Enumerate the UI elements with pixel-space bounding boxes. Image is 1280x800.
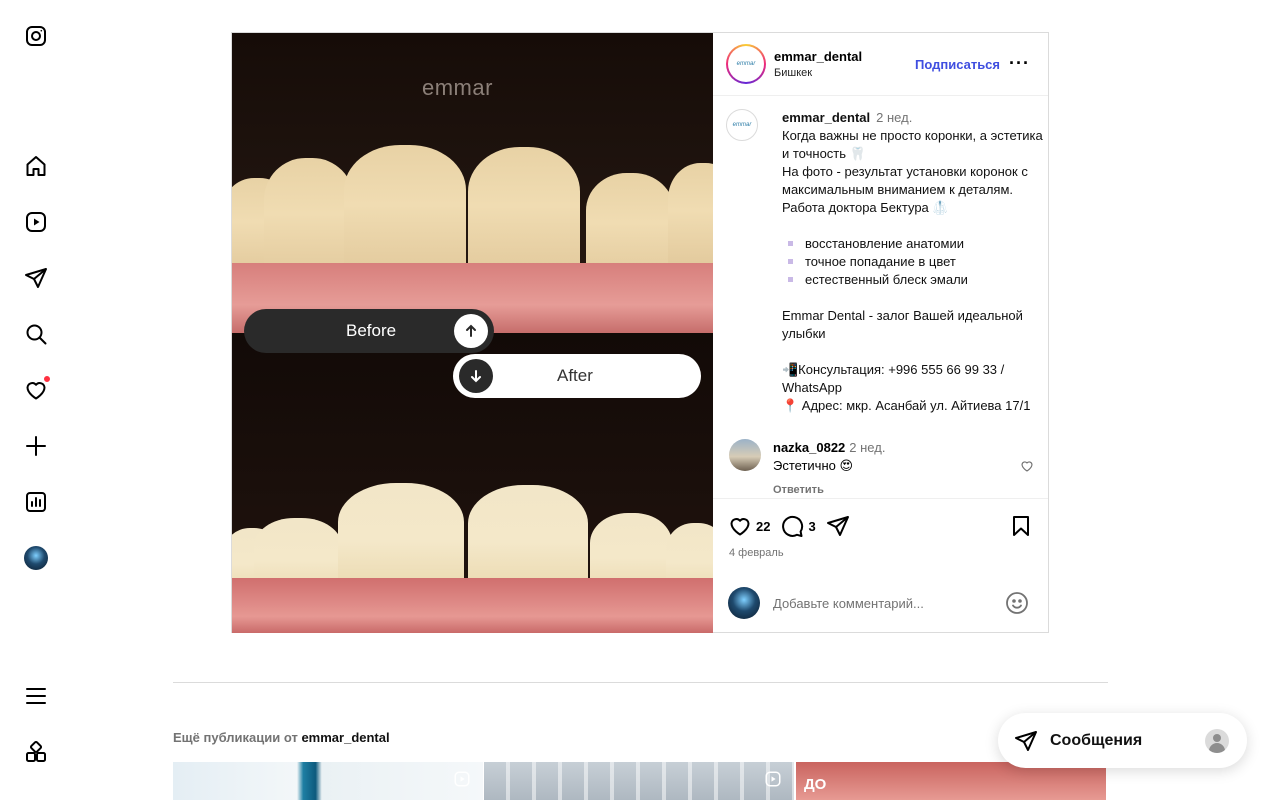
instagram-logo-icon[interactable]: [22, 22, 50, 50]
caption-line: 📍 Адрес: мкр. Асанбай ул. Айтиева 17/1: [782, 398, 1031, 413]
more-post-thumbnail[interactable]: [484, 762, 794, 800]
caption-time[interactable]: 2 нед.: [876, 110, 912, 125]
menu-icon[interactable]: [22, 682, 50, 710]
also-from-meta-icon[interactable]: [22, 738, 50, 766]
arrow-down-icon: [459, 359, 493, 393]
caption-line: [782, 289, 1048, 307]
caption-username[interactable]: emmar_dental: [782, 110, 870, 125]
caption-bullet-item: естественный блеск эмали: [782, 271, 1048, 289]
messages-avatar: [1205, 729, 1229, 753]
follow-button[interactable]: Подписаться: [915, 57, 1000, 72]
commenter-avatar[interactable]: [729, 439, 761, 471]
caption-line: Emmar Dental - залог Вашей идеальной улы…: [782, 308, 1023, 341]
share-icon[interactable]: [826, 514, 850, 538]
messages-label: Сообщения: [1050, 731, 1143, 749]
comment-text: Эстетично 😍: [773, 458, 854, 473]
messages-button[interactable]: Сообщения: [998, 713, 1247, 768]
home-icon[interactable]: [22, 152, 50, 180]
caption: emmar emmar_dental 2 нед. Когда важны не …: [726, 109, 1048, 415]
post-actions: 22 3 4 февраль: [713, 498, 1048, 633]
caption-bullet-item: восстановление анатомии: [782, 235, 1048, 253]
like-heart-icon[interactable]: [728, 514, 752, 538]
search-icon[interactable]: [22, 320, 50, 348]
direct-messages-icon: [1015, 730, 1037, 751]
thumbnail-caption: ДО: [804, 776, 827, 793]
more-post-thumbnail[interactable]: [173, 762, 483, 800]
reel-icon: [454, 771, 470, 787]
post-location[interactable]: Бишкек: [774, 67, 862, 79]
comments-list[interactable]: emmar emmar_dental 2 нед. Когда важны не …: [713, 97, 1048, 498]
emoji-picker-icon[interactable]: [1005, 591, 1029, 615]
post-side-panel: emmar emmar_dental Бишкек Подписаться ··…: [713, 33, 1048, 633]
dashboard-icon[interactable]: [22, 488, 50, 516]
post-header: emmar emmar_dental Бишкек Подписаться ··…: [713, 33, 1048, 96]
caption-line: [782, 343, 1048, 361]
more-posts-heading: Ещё публикации от emmar_dental: [173, 730, 390, 745]
sidebar-nav: [0, 0, 72, 800]
caption-line: Когда важны не просто коронки, а эстетик…: [782, 128, 1043, 161]
notifications-heart-icon[interactable]: [22, 375, 51, 404]
author-avatar[interactable]: emmar: [726, 44, 766, 84]
arrow-up-icon: [454, 314, 488, 348]
post-dialog: emmar Before After emmar emmar_dental Би…: [231, 32, 1049, 633]
after-label: After: [557, 366, 593, 385]
caption-avatar[interactable]: emmar: [726, 109, 758, 141]
before-label-tag: Before: [244, 309, 494, 353]
before-label: Before: [346, 321, 397, 340]
brand-watermark: emmar: [422, 75, 493, 100]
caption-line: 📲Консультация: +996 555 66 99 33 / Whats…: [782, 362, 1005, 395]
create-plus-icon[interactable]: [22, 432, 50, 460]
caption-line: На фото - результат установки коронок с …: [782, 164, 1028, 197]
likes-count[interactable]: 22: [756, 519, 770, 534]
commenter-username[interactable]: nazka_0822: [773, 440, 845, 455]
caption-line: Работа доктора Бектура 🥼: [782, 200, 949, 215]
notification-dot: [43, 375, 51, 383]
reels-icon[interactable]: [22, 208, 50, 236]
after-label-tag: After: [453, 354, 701, 398]
caption-bullet-item: точное попадание в цвет: [782, 253, 1048, 271]
caption-line: [782, 217, 1048, 235]
add-comment-row: [728, 585, 1033, 621]
comment-time[interactable]: 2 нед.: [849, 440, 885, 455]
comment-bubble-icon[interactable]: [780, 514, 804, 538]
author-username[interactable]: emmar_dental: [774, 49, 862, 64]
direct-messages-icon[interactable]: [22, 264, 50, 292]
bookmark-save-icon[interactable]: [1009, 514, 1033, 538]
add-comment-input[interactable]: [773, 595, 993, 611]
before-photo: emmar: [232, 33, 713, 333]
more-options-icon[interactable]: ···: [1009, 53, 1030, 74]
post-date[interactable]: 4 февраль: [729, 547, 784, 559]
reply-button[interactable]: Ответить: [773, 481, 885, 498]
post-image[interactable]: emmar Before After: [232, 33, 713, 633]
comment-like-heart-icon[interactable]: [1020, 459, 1034, 473]
reel-icon: [765, 771, 781, 787]
comments-count[interactable]: 3: [808, 519, 815, 534]
section-divider: [173, 682, 1108, 683]
current-user-avatar: [728, 587, 760, 619]
more-posts-username[interactable]: emmar_dental: [301, 730, 389, 745]
profile-avatar[interactable]: [22, 544, 50, 572]
